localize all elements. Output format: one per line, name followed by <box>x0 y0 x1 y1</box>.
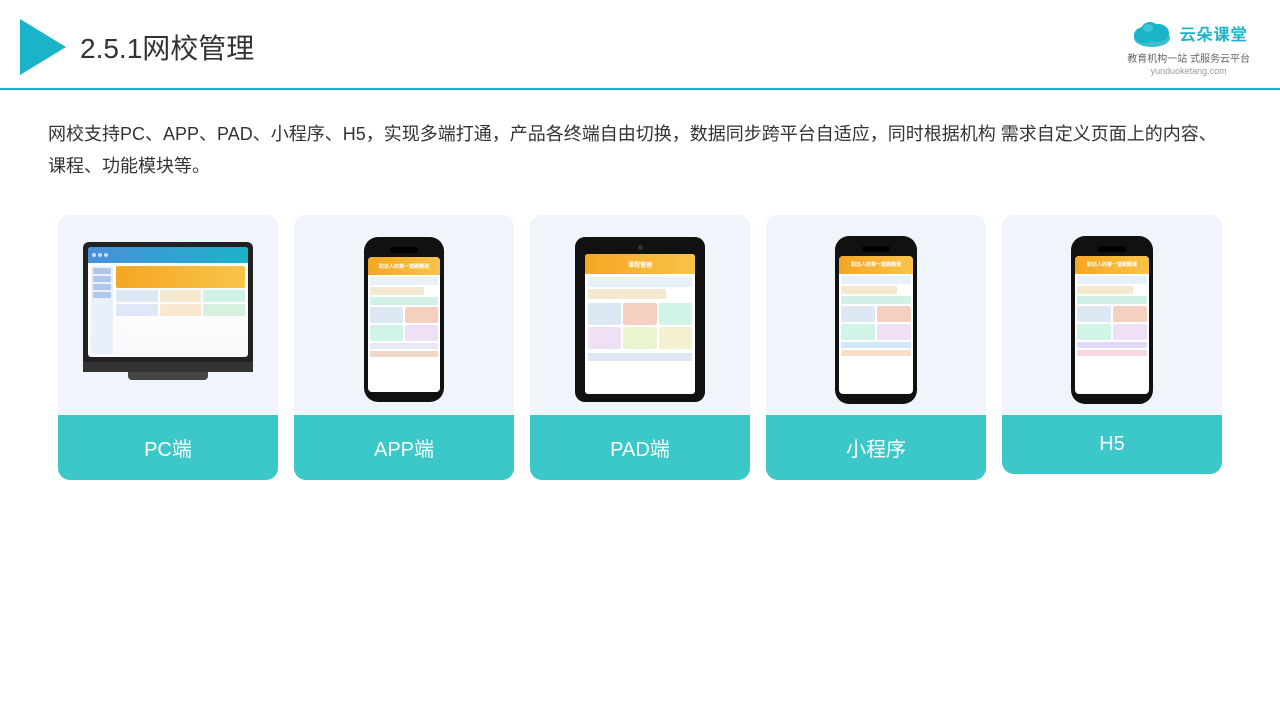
title-prefix: 2.5.1 <box>80 33 142 64</box>
play-icon <box>20 19 66 75</box>
platform-cards-grid: PC端 职达人的第一堂刷题课 <box>48 215 1232 480</box>
card-miniprogram-label: 小程序 <box>766 415 986 480</box>
page-title: 2.5.1网校管理 <box>80 27 254 67</box>
pad-tablet-mockup: 课程管理 <box>575 237 705 402</box>
cloud-logo-icon <box>1130 18 1174 48</box>
card-app-image: 职达人的第一堂刷题课 <box>294 215 514 415</box>
card-pad: 课程管理 <box>530 215 750 480</box>
card-miniprogram-image: 职达人的第一堂刷题课 <box>766 215 986 415</box>
app-phone-mockup: 职达人的第一堂刷题课 <box>364 237 444 402</box>
card-pad-label: PAD端 <box>530 415 750 480</box>
description-text: 网校支持PC、APP、PAD、小程序、H5，实现多端打通，产品各终端自由切换，数… <box>48 118 1232 183</box>
card-pc: PC端 <box>58 215 278 480</box>
card-h5-image: 职达人的第一堂刷题课 <box>1002 215 1222 415</box>
card-h5-label: H5 <box>1002 415 1222 474</box>
card-app: 职达人的第一堂刷题课 <box>294 215 514 480</box>
logo-area: 云朵课堂 教育机构一站 式服务云平台 yunduoketang.com <box>1127 18 1250 76</box>
logo-cloud: 云朵课堂 <box>1130 18 1248 48</box>
card-pc-label: PC端 <box>58 415 278 480</box>
h5-phone-mockup: 职达人的第一堂刷题课 <box>1071 236 1153 404</box>
logo-name: 云朵课堂 <box>1180 21 1248 45</box>
description-line: 网校支持PC、APP、PAD、小程序、H5，实现多端打通，产品各终端自由切换，数… <box>48 124 1217 176</box>
card-pad-image: 课程管理 <box>530 215 750 415</box>
logo-url: yunduoketang.com <box>1151 66 1227 76</box>
card-miniprogram: 职达人的第一堂刷题课 <box>766 215 986 480</box>
card-pc-image <box>58 215 278 415</box>
pc-monitor-mockup <box>83 242 253 397</box>
header-left: 2.5.1网校管理 <box>20 19 254 75</box>
title-main: 网校管理 <box>142 33 254 64</box>
logo-tagline: 教育机构一站 式服务云平台 <box>1127 50 1250 65</box>
page-header: 2.5.1网校管理 云朵课堂 教育机构一站 式服务云平台 yunduoketan… <box>0 0 1280 90</box>
main-content: 网校支持PC、APP、PAD、小程序、H5，实现多端打通，产品各终端自由切换，数… <box>0 90 1280 500</box>
miniprogram-phone-mockup: 职达人的第一堂刷题课 <box>835 236 917 404</box>
card-h5: 职达人的第一堂刷题课 <box>1002 215 1222 474</box>
card-app-label: APP端 <box>294 415 514 480</box>
